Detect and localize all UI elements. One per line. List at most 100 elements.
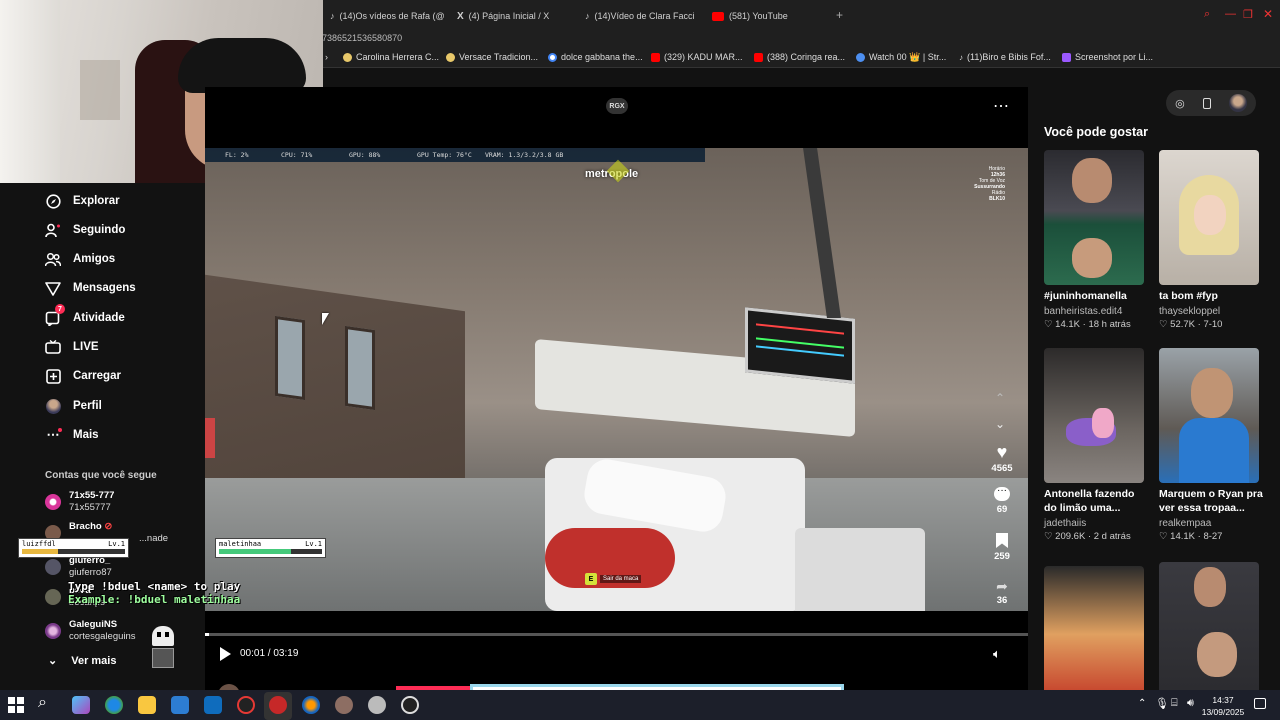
avatar[interactable] [1228,94,1247,112]
browser-icon[interactable] [302,696,320,714]
bookmark-versace[interactable]: Versace Tradicion... [446,52,538,62]
close-window-button[interactable]: ✕ [1263,7,1273,21]
volume-icon[interactable]: 🔈︎ [993,646,1001,662]
bookmark-biro[interactable]: ♪ (11)Biro e Bibis Fof... [959,52,1051,62]
like-button[interactable]: ♥ 4565 [987,442,1017,474]
previous-video-button[interactable]: ⌃ [995,391,1005,405]
video-progress-bar[interactable] [205,633,1028,636]
heart-icon: ♥ [996,442,1008,462]
bookmark-kadu[interactable]: (329) KADU MAR... [651,52,743,62]
sidebar-item-mais[interactable]: ⋯ Mais [45,423,99,447]
top-right-controls: ◎ [1166,90,1256,116]
device-icon[interactable] [1202,97,1211,109]
maximize-button[interactable]: ❐ [1243,8,1253,21]
windows-start-icon[interactable] [8,697,24,713]
tab-tiktok-rafa[interactable]: ♪ (14)Os vídeos de Rafa (@ [330,6,445,26]
suggested-card[interactable]: #juninhomanella banheiristas.edit4 ♡ 14.… [1044,150,1149,330]
mic-icon[interactable]: 🎙︎ [1155,697,1169,710]
following-account[interactable]: 71x55-777 71x55777 [45,490,114,514]
shelf [80,60,120,120]
monitor-arm [803,148,841,318]
screenshot-icon [1062,52,1071,62]
notification-badge: 7 [55,304,65,314]
bookmark-watch[interactable]: Watch 00 👑 | Str... [856,52,946,63]
more-options-icon[interactable]: ⋯ [993,96,1009,116]
search-tabs-icon[interactable]: ⌕ [1204,8,1210,21]
player-nameplate: luizffdl Lv.1 [18,538,129,558]
file-explorer-icon[interactable] [138,696,156,714]
chevron-down-icon: ⌄ [48,655,58,667]
copilot-icon[interactable] [72,696,90,714]
compass-icon [45,193,61,209]
sidebar-item-live[interactable]: LIVE [45,335,99,359]
save-button[interactable]: 259 [987,533,1017,562]
bookmark-screenshot[interactable]: Screenshot por Li... [1062,52,1153,62]
share-icon: ➦ [996,578,1008,594]
app-icon[interactable] [237,696,255,714]
see-more-button[interactable]: ⌄ Ver mais [48,654,116,668]
network-icon[interactable]: ⌸ [1171,697,1178,710]
opera-gx-icon[interactable] [269,696,287,714]
x-logo-icon: X [457,10,464,22]
bookmark-overflow[interactable]: › [325,52,328,62]
new-tab-button[interactable]: + [836,8,843,22]
clock[interactable]: 14:37 13/09/2025 [1198,694,1248,718]
outlook-icon[interactable] [204,696,222,714]
bookmark-dolce[interactable]: dolce gabbana the... [548,52,643,62]
sidebar-item-perfil[interactable]: Perfil [45,394,102,418]
heart-icon: ♡ [1044,531,1053,542]
google-icon [548,52,557,62]
explore-icon[interactable]: ◎ [1175,97,1185,110]
verified-icon: ⊘ [104,521,113,532]
suggested-card[interactable]: Marquem o Ryan pra ver essa tropaa... re… [1159,348,1264,542]
sidebar-item-explorar[interactable]: Explorar [45,189,120,213]
performance-hud: FL: 2% CPU: 71% GPU: 88% GPU Temp: 76°C … [205,148,705,162]
next-video-button[interactable]: ⌄ [995,417,1005,431]
video-thumbnail[interactable] [1044,566,1144,690]
sidebar-item-carregar[interactable]: Carregar [45,364,121,388]
activity-icon: 7 [45,304,65,326]
game-icon[interactable] [335,696,353,714]
edge-icon[interactable] [105,696,123,714]
bookmark-carolina[interactable]: Carolina Herrera C... [343,52,439,62]
badge: RGX [606,98,628,114]
suggested-card[interactable]: ta bom #fyp thayseklоppel ♡ 52.7K · 7-10 [1159,150,1264,330]
tab-x-home[interactable]: X (4) Página Inicial / X [457,6,572,26]
tiktok-icon: ♪ [585,11,590,21]
following-account[interactable]: GaleguiNS cortesgaleguins [45,619,136,643]
speaker-icon[interactable]: 🔊︎ [1187,697,1194,710]
tray-chevron-icon[interactable]: ⌃ [1138,698,1146,709]
sidebar-item-atividade[interactable]: 7 Atividade [45,304,125,330]
search-icon[interactable]: ⌕ [38,694,47,712]
video-thumbnail[interactable] [1159,562,1259,690]
comment-button[interactable]: ··· 69 [987,486,1017,515]
tiktok-icon: ♪ [330,11,335,21]
room-wall [0,0,60,183]
url-text[interactable]: 7386521536580870 [322,33,402,43]
following-header: Contas que você segue [45,470,157,481]
video-thumbnail [1044,348,1144,483]
notification-icon[interactable] [1254,698,1266,709]
more-icon: ⋯ [45,427,62,443]
sidebar-item-amigos[interactable]: Amigos [45,247,115,271]
tab-youtube[interactable]: (581) YouTube [712,6,827,26]
friends-icon [45,251,61,267]
bookmark-coringa[interactable]: (388) Coringa rea... [754,52,845,62]
video-time: 00:01 / 03:19 [240,648,299,659]
avatar [45,559,61,575]
heart-icon: ♡ [1159,319,1168,330]
tab-tiktok-clara[interactable]: ♪ (14)Vídeo de Clara Facci [585,6,700,26]
store-icon[interactable] [171,696,189,714]
play-button[interactable] [220,647,231,661]
door-window [275,315,305,401]
share-button[interactable]: ➦ 36 [987,578,1017,606]
obs-icon[interactable] [401,696,419,714]
minimize-button[interactable]: — [1225,8,1236,20]
video-player[interactable]: FL: 2% CPU: 71% GPU: 88% GPU Temp: 76°C … [205,148,1028,611]
sidebar-item-seguindo[interactable]: Seguindo [45,218,125,242]
following-account[interactable]: giuferro_ giuferro87 [45,555,112,579]
heart-monitor [745,307,855,384]
sidebar-item-mensagens[interactable]: Mensagens [45,276,136,300]
suggested-card[interactable]: Antonella fazendo do limão uma... jadeth… [1044,348,1149,542]
app-icon[interactable] [368,696,386,714]
